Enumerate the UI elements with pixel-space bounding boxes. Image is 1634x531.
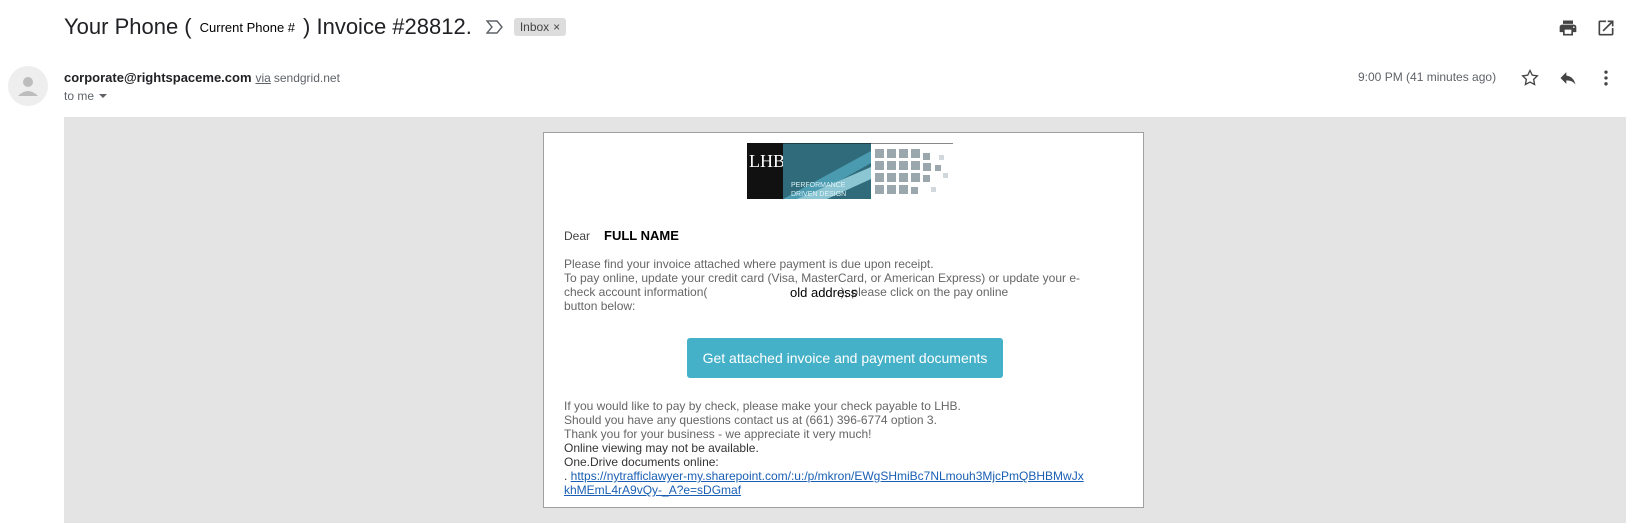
footer-line: Should you have any questions contact us… xyxy=(564,413,937,427)
subject-prefix: Your Phone ( xyxy=(64,14,192,39)
message-time: 9:00 PM (41 minutes ago) xyxy=(1358,70,1497,84)
online-line: One.Drive documents online: xyxy=(564,455,719,469)
greeting: Dear xyxy=(564,229,591,243)
logo-tagline-1: PERFORMANCE xyxy=(791,182,846,189)
logo-letters: LHB xyxy=(749,151,785,171)
link-row: . https://nytrafficlawyer-my.sharepoint.… xyxy=(564,469,1124,483)
footer-line: Thank you for your business - we appreci… xyxy=(564,427,872,441)
paragraph-line: To pay online, update your credit card (… xyxy=(564,271,1081,285)
recipient-details-toggle[interactable]: to me xyxy=(64,89,108,103)
get-invoice-button[interactable]: Get attached invoice and payment documen… xyxy=(687,338,1003,378)
recipient-text: to me xyxy=(64,89,95,103)
email-card: LHB PERFORMANCE DRIVEN DESIGN Dear FULL … xyxy=(543,132,1144,508)
star-icon[interactable] xyxy=(1518,66,1542,90)
onedrive-link-continued[interactable]: khMEmL4rA9vQy-_A?e=sDGmaf xyxy=(564,483,741,497)
message-actions xyxy=(1518,66,1618,90)
online-line: Online viewing may not be available. xyxy=(564,441,759,455)
more-vert-icon[interactable] xyxy=(1594,66,1618,90)
via-link[interactable]: via xyxy=(256,71,271,85)
lhb-logo: LHB PERFORMANCE DRIVEN DESIGN xyxy=(747,142,953,199)
onedrive-link[interactable]: https://nytrafficlawyer-my.sharepoint.co… xyxy=(571,469,1084,483)
logo-tagline-2: DRIVEN DESIGN xyxy=(791,191,846,198)
subject-row: Your Phone ( Current Phone # ) Invoice #… xyxy=(64,10,567,44)
subject-phone-placeholder: Current Phone # xyxy=(199,19,296,35)
remove-label-icon[interactable]: × xyxy=(553,20,560,34)
paragraph-line: Please find your invoice attached where … xyxy=(564,257,934,271)
header-actions xyxy=(1556,16,1618,40)
inbox-label-text: Inbox xyxy=(519,20,550,34)
chevron-down-icon xyxy=(99,94,108,98)
via-host: sendgrid.net xyxy=(273,71,340,85)
importance-marker-icon[interactable] xyxy=(485,20,504,34)
sender-avatar[interactable] xyxy=(8,66,48,106)
footer-line: If you would like to pay by check, pleas… xyxy=(564,399,961,413)
footer-paragraph: If you would like to pay by check, pleas… xyxy=(564,399,1124,497)
inbox-label-chip[interactable]: Inbox × xyxy=(513,18,567,36)
print-icon[interactable] xyxy=(1556,16,1580,40)
link-prefix: . xyxy=(564,469,571,483)
paragraph-line: button below: xyxy=(564,299,636,313)
sender-email[interactable]: corporate@rightspaceme.com xyxy=(64,70,252,85)
reply-icon[interactable] xyxy=(1556,66,1580,90)
old-address-overlay: old address xyxy=(790,285,858,300)
sender-line: corporate@rightspaceme.com via sendgrid.ne… xyxy=(64,70,340,85)
subject-suffix: ) Invoice #28812. xyxy=(303,14,472,39)
open-in-new-window-icon[interactable] xyxy=(1594,16,1618,40)
recipient-full-name: FULL NAME xyxy=(604,228,679,243)
